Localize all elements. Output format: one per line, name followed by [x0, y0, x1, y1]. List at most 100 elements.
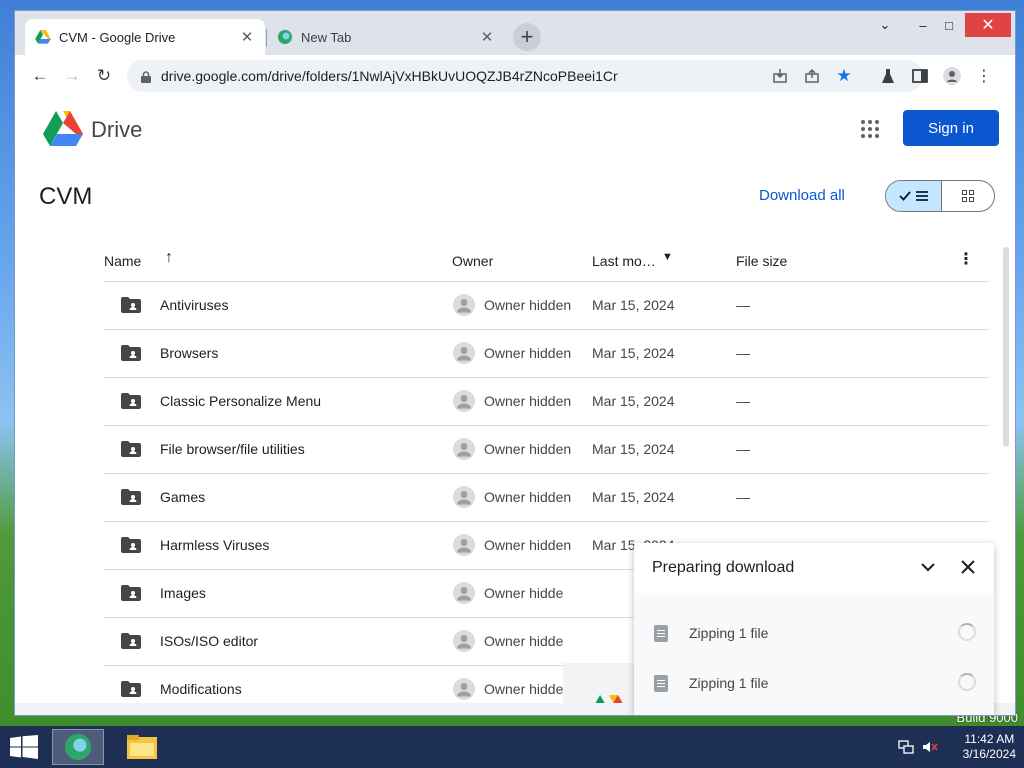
row-name: ISOs/ISO editor [160, 633, 259, 649]
download-item: Zipping 1 file [634, 657, 994, 707]
taskbar-file-explorer-app[interactable] [116, 729, 168, 765]
owner-avatar-icon [453, 294, 475, 316]
bookmark-star-icon[interactable]: ★ [835, 66, 853, 85]
row-owner: Owner hidde [484, 681, 564, 697]
grid-icon [962, 190, 974, 202]
labs-flask-icon[interactable] [879, 67, 897, 85]
sort-arrow-up-icon[interactable]: ↑ [165, 249, 173, 267]
row-owner: Owner hidden [484, 297, 572, 313]
download-panel-title: Preparing download [652, 559, 795, 576]
back-arrow-icon[interactable]: ← [29, 65, 51, 87]
row-date: Mar 15, 2024 [592, 489, 675, 505]
vertical-scrollbar[interactable] [1003, 247, 1009, 447]
folder-icon [127, 735, 157, 759]
owner-avatar-icon [453, 438, 475, 460]
close-window-button[interactable]: ✕ [965, 13, 1011, 37]
row-date: Mar 15, 2024 [592, 297, 675, 313]
profile-avatar-icon[interactable] [943, 67, 961, 85]
row-owner: Owner hidden [484, 393, 572, 409]
table-row[interactable]: Games Owner hidden Mar 15, 2024 — [103, 473, 989, 522]
table-header: Name ↑ Owner Last mo… ▼ File size ⋮ [103, 241, 989, 282]
owner-avatar-icon [453, 390, 475, 412]
grid-view-button[interactable] [942, 181, 994, 211]
tab-new-tab[interactable]: New Tab ✕ [267, 19, 505, 55]
tab-close-icon[interactable]: ✕ [479, 28, 495, 46]
url-text: drive.google.com/drive/folders/1NwlAjVxH… [161, 68, 618, 84]
shared-folder-icon [121, 345, 141, 361]
table-row[interactable]: File browser/file utilities Owner hidden M… [103, 425, 989, 474]
clock[interactable]: 11:42 AM 3/16/2024 [963, 732, 1016, 762]
shared-folder-icon [121, 537, 141, 553]
row-owner: Owner hidden [484, 345, 572, 361]
caret-down-icon[interactable]: ▼ [662, 251, 673, 263]
more-options-icon[interactable]: ⋮ [958, 249, 974, 269]
taskbar: 11:42 AM 3/16/2024 [0, 726, 1024, 768]
browser-menu-icon[interactable]: ⋮ [975, 67, 993, 85]
forward-arrow-icon[interactable]: → [61, 65, 83, 87]
table-row[interactable]: Antiviruses Owner hidden Mar 15, 2024 — [103, 281, 989, 330]
tab-close-icon[interactable]: ✕ [239, 28, 255, 46]
taskbar-edge-app[interactable] [52, 729, 104, 765]
volume-muted-icon[interactable] [922, 740, 938, 754]
edge-icon [64, 733, 92, 761]
collapse-chevron-icon[interactable] [918, 557, 938, 577]
shared-folder-icon [121, 393, 141, 409]
row-owner: Owner hidden [484, 537, 572, 553]
owner-avatar-icon [453, 678, 475, 700]
owner-avatar-icon [453, 342, 475, 364]
shared-folder-icon [121, 297, 141, 313]
side-panel-icon[interactable] [911, 67, 929, 85]
clock-time: 11:42 AM [964, 732, 1015, 746]
download-all-button[interactable]: Download all [759, 187, 845, 204]
owner-avatar-icon [453, 534, 475, 556]
browser-window: CVM - Google Drive ✕ New Tab ✕ + ⌄ – □ ✕… [14, 10, 1016, 716]
row-owner: Owner hidde [484, 585, 564, 601]
row-date: Mar 15, 2024 [592, 345, 675, 361]
row-name: File browser/file utilities [160, 441, 305, 457]
row-date: Mar 15, 2024 [592, 441, 675, 457]
row-owner: Owner hidde [484, 633, 564, 649]
row-name: Modifications [160, 681, 242, 697]
document-icon [654, 675, 668, 692]
maximize-button[interactable]: □ [935, 13, 963, 37]
address-bar[interactable]: drive.google.com/drive/folders/1NwlAjVxH… [127, 60, 923, 92]
owner-avatar-icon [453, 582, 475, 604]
download-item: Zipping 1 file [634, 607, 994, 657]
google-apps-icon[interactable] [861, 120, 879, 138]
table-row[interactable]: Classic Personalize Menu Owner hidden Mar … [103, 377, 989, 426]
close-panel-icon[interactable] [958, 557, 978, 577]
column-last-modified[interactable]: Last mo… [592, 253, 656, 269]
column-file-size[interactable]: File size [736, 253, 787, 269]
shared-folder-icon [121, 489, 141, 505]
start-windows-icon[interactable] [10, 735, 38, 759]
document-icon [654, 625, 668, 642]
minimize-button[interactable]: – [909, 13, 937, 37]
row-size: — [736, 489, 750, 505]
shared-folder-icon [121, 681, 141, 697]
row-name: Images [160, 585, 206, 601]
column-owner[interactable]: Owner [452, 253, 493, 269]
shared-folder-icon [121, 633, 141, 649]
install-app-icon[interactable] [771, 67, 789, 85]
shared-folder-icon [121, 585, 141, 601]
table-row[interactable]: Browsers Owner hidden Mar 15, 2024 — [103, 329, 989, 378]
list-view-button[interactable] [886, 181, 942, 211]
column-name[interactable]: Name [104, 253, 141, 269]
row-owner: Owner hidden [484, 441, 572, 457]
loading-spinner-icon [958, 623, 976, 641]
reload-icon[interactable]: ↻ [93, 65, 115, 87]
clock-date: 3/16/2024 [962, 747, 1016, 761]
drive-brand-label[interactable]: Drive [91, 117, 142, 143]
owner-avatar-icon [453, 486, 475, 508]
browser-toolbar: ← → ↻ drive.google.com/drive/folders/1Nw… [15, 55, 1015, 97]
sign-in-button[interactable]: Sign in [903, 110, 999, 146]
share-icon[interactable] [803, 67, 821, 85]
edge-favicon-icon [277, 29, 293, 45]
row-owner: Owner hidden [484, 489, 572, 505]
tab-search-icon[interactable]: ⌄ [871, 13, 899, 37]
new-tab-button[interactable]: + [513, 23, 541, 51]
download-item-label: Zipping 1 file [689, 625, 769, 641]
tab-cvm-google-drive[interactable]: CVM - Google Drive ✕ [25, 19, 265, 55]
network-icon[interactable] [898, 740, 914, 754]
drive-logo-icon[interactable] [43, 111, 83, 147]
